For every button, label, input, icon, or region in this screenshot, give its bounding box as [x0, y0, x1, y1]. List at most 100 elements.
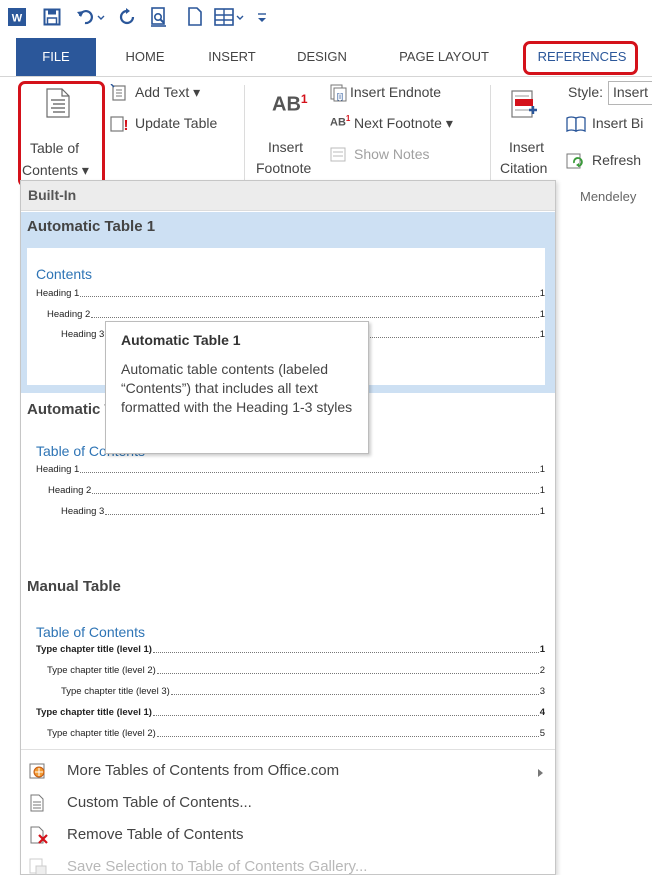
save-selection-to-gallery-item: Save Selection to Table of Contents Gall… — [21, 851, 555, 874]
references-ribbon: Table of Contents ▾ Add Text ▾ ! Update … — [0, 76, 652, 204]
references-tab-highlight — [523, 41, 638, 75]
dot-leader — [92, 493, 539, 494]
remove-document-icon — [29, 826, 48, 844]
preview-line: Heading 2 1 — [48, 485, 545, 497]
insert-bibliography-label: Insert Bi — [592, 115, 644, 131]
insert-endnote-button[interactable]: [i] Insert Endnote — [330, 83, 470, 105]
footnote-icon: AB1 — [272, 92, 308, 117]
gallery-item-manual-table[interactable]: Manual Table Table of Contents Type chap… — [21, 563, 555, 753]
more-tables-of-contents-label: More Tables of Contents from Office.com — [67, 762, 340, 779]
preview-line-text: Type chapter title (level 3) — [61, 686, 170, 697]
citation-style-value: Insert — [613, 84, 649, 100]
refresh-button[interactable]: Refresh — [566, 151, 652, 173]
preview-line-text: Type chapter title (level 1) — [36, 707, 152, 718]
save-gallery-icon — [29, 858, 47, 874]
preview-line: Heading 1 1 — [36, 464, 545, 476]
preview-title: Table of Contents — [36, 624, 145, 640]
footnote-superscript: 1 — [300, 92, 308, 106]
next-footnote-button[interactable]: AB1 Next Footnote ▾ — [330, 114, 490, 136]
update-table-icon: ! — [110, 115, 130, 136]
gallery-item-title: Automatic Table 1 — [27, 218, 156, 235]
style-label: Style: — [568, 84, 604, 100]
insert-citation-button[interactable]: Insert Citation — [497, 82, 559, 184]
office-web-icon — [29, 762, 47, 780]
preview-line-page: 1 — [539, 485, 545, 496]
tab-page-layout[interactable]: PAGE LAYOUT — [376, 38, 512, 76]
svg-text:[i]: [i] — [337, 92, 343, 101]
remove-table-of-contents-item[interactable]: Remove Table of Contents — [21, 819, 555, 851]
tab-file[interactable]: FILE — [16, 38, 96, 76]
tab-insert[interactable]: INSERT — [196, 38, 268, 76]
preview-line-page: 2 — [539, 665, 545, 676]
svg-text:!: ! — [124, 117, 129, 133]
redo-icon[interactable] — [116, 5, 138, 29]
show-notes-icon — [330, 147, 348, 166]
show-notes-button[interactable]: Show Notes — [330, 145, 460, 167]
preview-line-page: 1 — [539, 329, 545, 340]
insert-citation-icon — [509, 88, 543, 125]
dot-leader — [170, 694, 539, 695]
custom-table-of-contents-item[interactable]: Custom Table of Contents... — [21, 787, 555, 819]
refresh-label: Refresh — [592, 152, 642, 168]
update-table-label: Update Table — [135, 115, 218, 131]
preview-line-text: Heading 2 — [48, 485, 92, 496]
preview-line-page: 1 — [539, 464, 545, 475]
insert-footnote-label-line2: Footnote — [256, 160, 312, 176]
document-icon — [29, 794, 47, 812]
preview-line: Heading 3 1 — [61, 506, 545, 518]
ribbon-tabs: FILE HOME INSERT DESIGN PAGE LAYOUT REFE… — [0, 38, 652, 76]
new-document-icon[interactable] — [184, 5, 206, 29]
preview-line-page: 4 — [539, 707, 545, 718]
insert-bibliography-button[interactable]: Insert Bi — [566, 114, 652, 136]
section-header-built-in: Built-In — [21, 181, 555, 211]
preview-line-page: 1 — [539, 309, 545, 320]
preview-line-page: 1 — [539, 644, 545, 655]
toc-preview: Table of Contents Type chapter title (le… — [27, 611, 545, 753]
tooltip: Automatic Table 1 Automatic table conten… — [105, 321, 369, 454]
next-footnote-label: Next Footnote ▾ — [354, 115, 453, 131]
toc-button-highlight — [18, 81, 105, 187]
citation-style-select[interactable]: Insert — [608, 81, 652, 105]
preview-line: Type chapter title (level 3) 3 — [61, 686, 545, 698]
insert-footnote-button[interactable]: AB1 Insert Footnote — [252, 82, 324, 184]
dot-leader — [156, 736, 539, 737]
undo-icon[interactable] — [74, 5, 108, 29]
preview-line-text: Heading 3 — [61, 329, 105, 340]
word-logo-icon: W — [6, 5, 28, 29]
preview-line-page: 3 — [539, 686, 545, 697]
preview-line-page: 1 — [539, 506, 545, 517]
section-header-label: Built-In — [28, 187, 77, 203]
insert-citation-label-line2: Citation — [500, 160, 548, 176]
menu-separator — [21, 749, 555, 750]
dot-leader — [80, 472, 539, 473]
show-notes-label: Show Notes — [354, 146, 430, 162]
save-icon[interactable] — [40, 5, 64, 29]
insert-endnote-label: Insert Endnote — [350, 84, 442, 100]
preview-line-text: Heading 3 — [61, 506, 105, 517]
dot-leader — [91, 317, 539, 318]
more-tables-of-contents-item[interactable]: More Tables of Contents from Office.com — [21, 755, 555, 787]
draw-table-icon[interactable] — [212, 5, 248, 29]
tooltip-body: Automatic table contents (labeled “Conte… — [121, 361, 353, 415]
preview-title: Contents — [36, 266, 93, 282]
custom-table-of-contents-label: Custom Table of Contents... — [67, 794, 252, 811]
tab-design[interactable]: DESIGN — [282, 38, 362, 76]
dot-leader — [152, 715, 539, 716]
print-preview-icon[interactable] — [148, 5, 170, 29]
preview-line: Type chapter title (level 2) 5 — [47, 728, 545, 740]
tab-home[interactable]: HOME — [110, 38, 180, 76]
update-table-button[interactable]: ! Update Table — [110, 114, 234, 136]
tooltip-title: Automatic Table 1 — [121, 332, 241, 348]
customize-toolbar-icon[interactable] — [254, 5, 270, 29]
preview-line-text: Type chapter title (level 1) — [36, 644, 152, 655]
preview-line: Type chapter title (level 1) 4 — [36, 707, 545, 719]
add-text-label: Add Text ▾ — [135, 84, 201, 100]
submenu-arrow-icon — [537, 765, 544, 782]
preview-line-text: Type chapter title (level 2) — [47, 728, 156, 739]
bibliography-icon — [566, 116, 586, 135]
preview-line-page: 1 — [539, 288, 545, 299]
svg-text:W: W — [12, 13, 23, 25]
add-text-button[interactable]: Add Text ▾ — [110, 83, 220, 105]
insert-footnote-label-line1: Insert — [268, 139, 304, 155]
quick-access-toolbar: W — [0, 0, 652, 38]
